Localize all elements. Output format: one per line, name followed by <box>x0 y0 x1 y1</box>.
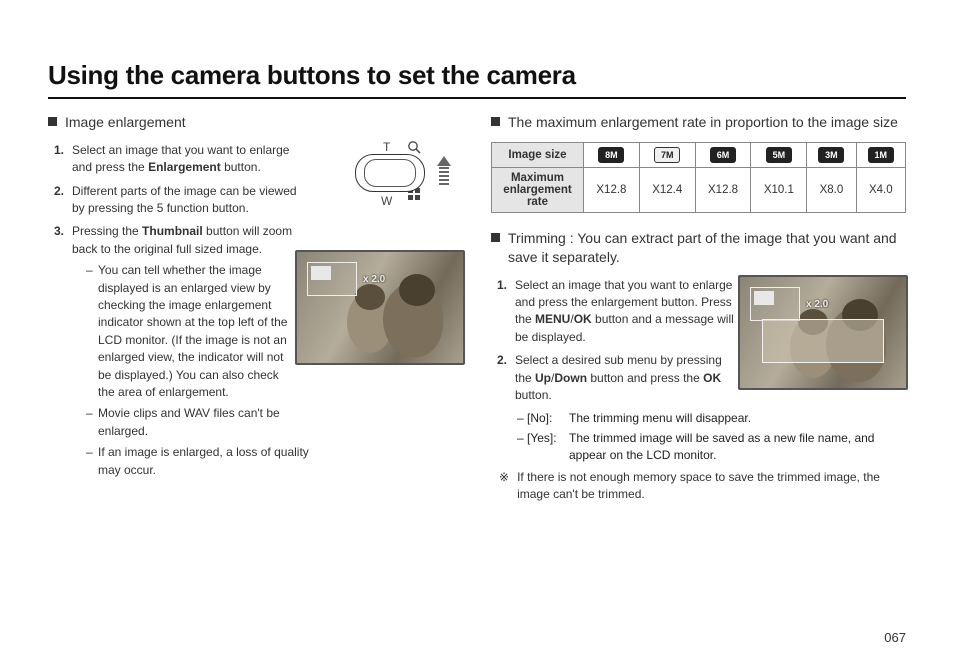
left-column: Image enlargement T W x 2.0 <box>48 113 463 503</box>
imgsize-chip: 6M <box>710 147 736 163</box>
section-header: Image enlargement <box>65 113 186 132</box>
table-row: Maximum enlargement rate X12.8 X12.4 X12… <box>492 167 906 212</box>
section-trimming: Trimming : You can extract part of the i… <box>491 229 906 267</box>
table-cell: X12.8 <box>584 167 640 212</box>
zoom-rocker-icon <box>355 154 425 192</box>
table-cell: X12.8 <box>695 167 751 212</box>
section-max-enlargement: The maximum enlargement rate in proporti… <box>491 113 906 132</box>
enlargement-indicator-icon <box>750 287 800 321</box>
trimming-options: – [No]:The trimming menu will disappear.… <box>491 410 906 464</box>
list-item: 3. Pressing the Thumbnail button will zo… <box>72 223 310 478</box>
table-header: Maximum enlargement rate <box>492 167 584 212</box>
zoom-level-label: x 2.0 <box>806 299 828 310</box>
imgsize-chip: 8M <box>598 147 624 163</box>
imgsize-chip: 7M <box>654 147 680 163</box>
table-header: Image size <box>492 142 584 167</box>
section-header: Trimming : You can extract part of the i… <box>508 229 906 267</box>
list-item: Movie clips and WAV files can't be enlar… <box>86 405 310 440</box>
table-row: Image size 8M 7M 6M 5M 3M 1M <box>492 142 906 167</box>
enlargement-indicator-icon <box>307 262 357 296</box>
list-item: 2. Different parts of the image can be v… <box>72 183 310 218</box>
section-image-enlargement: Image enlargement <box>48 113 463 132</box>
imgsize-chip: 5M <box>766 147 792 163</box>
zoom-t-label: T <box>383 140 390 154</box>
reference-mark-icon: ※ <box>499 469 509 504</box>
enlargement-rate-table: Image size 8M 7M 6M 5M 3M 1M Maximum enl… <box>491 142 906 213</box>
table-cell: X10.1 <box>751 167 807 212</box>
lcd-preview-enlarge: x 2.0 <box>295 250 465 365</box>
table-cell: 1M <box>856 142 905 167</box>
lcd-preview-trimming: x 2.0 <box>738 275 908 390</box>
table-cell: X12.4 <box>639 167 695 212</box>
right-column: The maximum enlargement rate in proporti… <box>491 113 906 503</box>
bullet-icon <box>491 233 500 242</box>
page-title: Using the camera buttons to set the came… <box>48 60 906 99</box>
table-cell: 6M <box>695 142 751 167</box>
bullet-icon <box>48 117 57 126</box>
list-item: 2. Select a desired sub menu by pressing… <box>515 352 735 404</box>
zoom-w-label: W <box>381 194 392 208</box>
table-cell: 3M <box>807 142 856 167</box>
list-item: If an image is enlarged, a loss of quali… <box>86 444 310 479</box>
table-cell: 7M <box>639 142 695 167</box>
footnote: ※ If there is not enough memory space to… <box>491 469 906 504</box>
crop-overlay-icon <box>762 319 884 363</box>
list-item: 1. Select an image that you want to enla… <box>72 142 310 177</box>
bullet-icon <box>491 117 500 126</box>
zoom-level-label: x 2.0 <box>363 274 385 285</box>
imgsize-chip: 1M <box>868 147 894 163</box>
list-item: – [No]:The trimming menu will disappear. <box>517 410 906 427</box>
list-item: 1. Select an image that you want to enla… <box>515 277 735 347</box>
zoom-button-diagram: T W <box>351 140 451 208</box>
table-cell: 5M <box>751 142 807 167</box>
table-cell: X8.0 <box>807 167 856 212</box>
section-header: The maximum enlargement rate in proporti… <box>508 113 898 132</box>
list-item: You can tell whether the image displayed… <box>86 262 292 401</box>
page-number: 067 <box>884 630 906 645</box>
table-cell: X4.0 <box>856 167 905 212</box>
imgsize-chip: 3M <box>818 147 844 163</box>
sub-notes: You can tell whether the image displayed… <box>72 262 310 479</box>
arrow-up-icon <box>437 156 451 190</box>
table-cell: 8M <box>584 142 640 167</box>
list-item: – [Yes]:The trimmed image will be saved … <box>517 430 906 465</box>
